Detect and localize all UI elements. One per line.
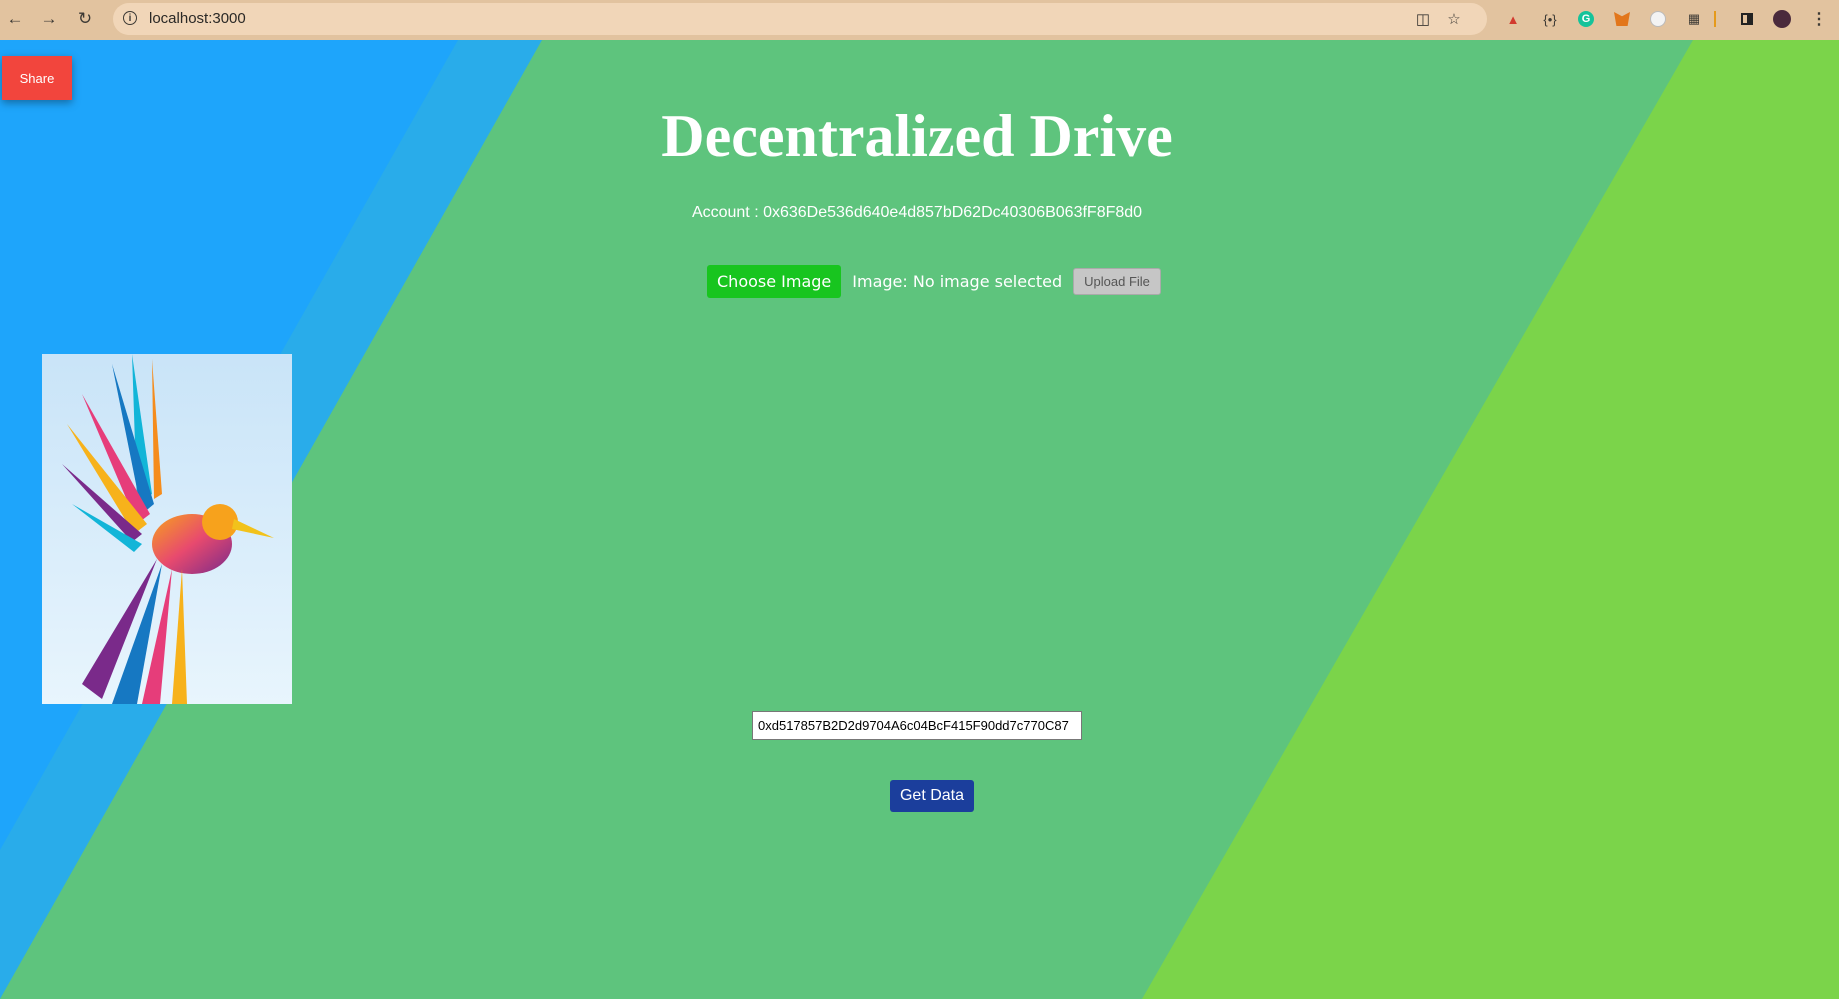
forward-icon[interactable]: → xyxy=(38,8,60,30)
metamask-extension-icon[interactable] xyxy=(1612,9,1632,29)
ghost-extension-icon[interactable] xyxy=(1648,9,1668,29)
choose-image-button[interactable]: Choose Image xyxy=(707,265,842,298)
megaphone-extension-icon[interactable]: ▲ xyxy=(1503,9,1523,29)
uploaded-image-thumbnail[interactable] xyxy=(42,354,292,704)
side-panel-icon[interactable] xyxy=(1737,9,1757,29)
page-title: Decentralized Drive xyxy=(661,103,1173,169)
extensions-puzzle-icon[interactable]: ▦ xyxy=(1684,9,1704,29)
get-data-button[interactable]: Get Data xyxy=(890,780,974,812)
grammarly-extension-icon[interactable]: G xyxy=(1576,9,1596,29)
url-text[interactable]: localhost:3000 xyxy=(149,10,246,27)
back-icon[interactable]: ← xyxy=(4,8,26,30)
reload-icon[interactable]: ↻ xyxy=(74,8,96,30)
toolbar-divider xyxy=(1713,9,1717,29)
hummingbird-image xyxy=(42,354,292,704)
upload-file-button[interactable]: Upload File xyxy=(1073,268,1161,295)
upload-form: Choose Image Image: No image selected Up… xyxy=(707,265,1161,298)
browser-toolbar: ← → ↻ i localhost:3000 ◫ ☆ ▲ {•} G ▦ ⋮ xyxy=(0,0,1839,40)
share-button[interactable]: Share xyxy=(2,56,72,100)
profile-avatar[interactable] xyxy=(1772,9,1792,29)
site-info-icon[interactable]: i xyxy=(123,11,137,25)
page-viewport: Share Decentralized Drive Account : 0x63… xyxy=(0,40,1839,999)
browser-menu-icon[interactable]: ⋮ xyxy=(1809,9,1829,29)
account-address: Account : 0x636De536d640e4d857bD62Dc4030… xyxy=(691,204,1143,221)
address-input[interactable] xyxy=(752,711,1082,740)
code-extension-icon[interactable]: {•} xyxy=(1540,9,1560,29)
bookmark-star-icon[interactable]: ☆ xyxy=(1444,9,1464,29)
image-status-text: Image: No image selected xyxy=(852,272,1063,291)
address-bar[interactable]: i localhost:3000 ◫ ☆ xyxy=(113,3,1487,35)
install-app-icon[interactable]: ◫ xyxy=(1413,9,1433,29)
